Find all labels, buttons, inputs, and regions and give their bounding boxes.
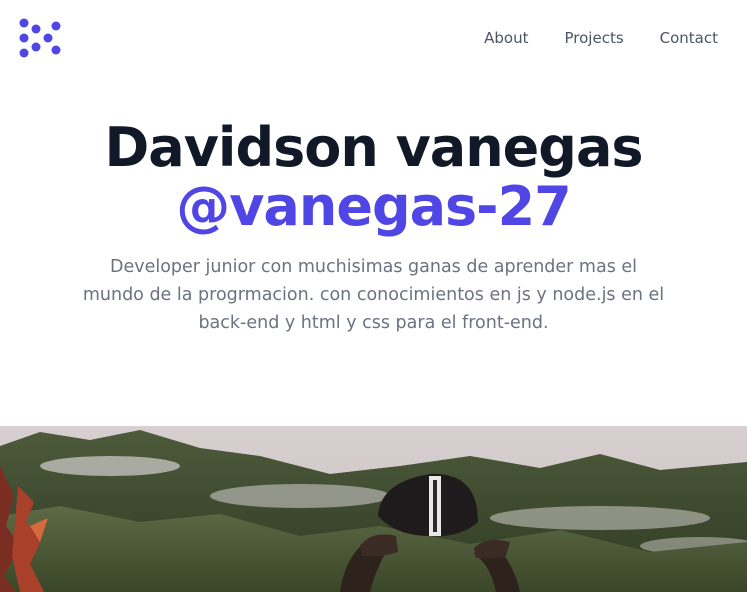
hero-handle: @vanegas-27 xyxy=(176,175,572,238)
site-header: About Projects Contact xyxy=(0,0,747,76)
nav-link-projects[interactable]: Projects xyxy=(565,29,624,47)
mountain-portrait-image xyxy=(0,426,747,592)
hero-section: Davidson vanegas @vanegas-27 Developer j… xyxy=(0,118,747,337)
home-logo-link[interactable] xyxy=(18,17,62,59)
brand-logo-icon xyxy=(19,18,61,58)
hero-title: Davidson vanegas xyxy=(104,116,643,179)
hero-photo xyxy=(0,426,747,592)
main-nav: About Projects Contact xyxy=(484,29,718,47)
page: About Projects Contact Davidson vanegas … xyxy=(0,0,747,592)
nav-link-contact[interactable]: Contact xyxy=(660,29,718,47)
nav-link-about[interactable]: About xyxy=(484,29,528,47)
hero-description: Developer junior con muchisimas ganas de… xyxy=(82,257,665,333)
